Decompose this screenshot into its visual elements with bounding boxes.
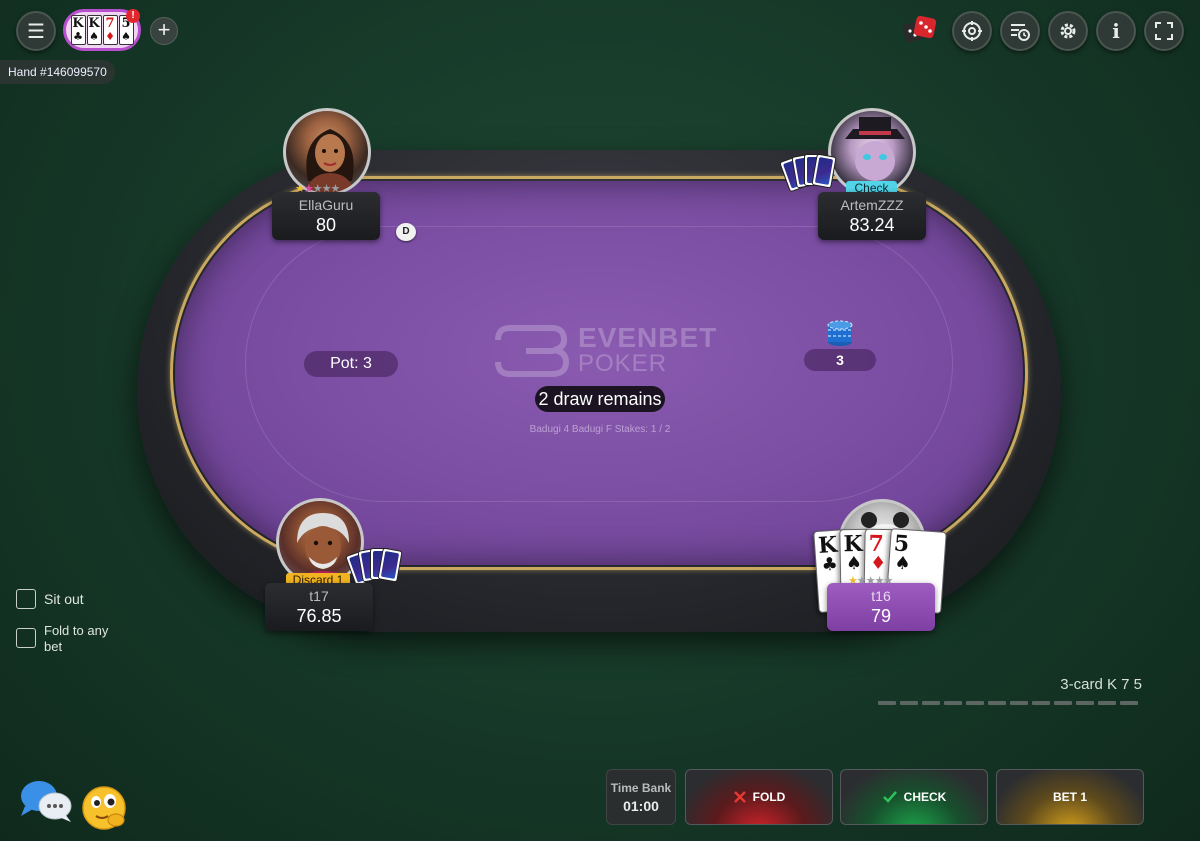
menu-icon: ☰ — [27, 20, 45, 43]
player-stack: 76.85 — [296, 606, 342, 626]
gear-icon — [1060, 23, 1076, 39]
fold-label: FOLD — [752, 790, 786, 804]
sit-out-checkbox[interactable]: Sit out — [16, 589, 84, 609]
info-icon: i — [1112, 19, 1120, 43]
target-button[interactable] — [952, 11, 992, 51]
fold-button[interactable]: FOLD — [685, 769, 833, 825]
info-button[interactable]: i — [1096, 11, 1136, 51]
x-icon — [733, 791, 746, 803]
chip-stack-icon — [827, 320, 853, 346]
hand-number-label: Hand #146099570 — [0, 60, 115, 84]
plus-icon: + — [157, 17, 171, 42]
time-bank-label: Time Bank — [610, 781, 672, 795]
menu-button[interactable]: ☰ — [16, 11, 56, 51]
player-stack: 83.24 — [849, 215, 895, 235]
target-icon — [962, 21, 982, 41]
pot-label: Pot: 3 — [304, 351, 398, 377]
player-stack: 80 — [315, 215, 337, 235]
player-plate[interactable]: t17 76.85 — [265, 583, 373, 631]
bet-label: BET 1 — [1052, 790, 1087, 804]
evenbet-logo: EVENBET POKER — [490, 320, 720, 380]
player-plate[interactable]: EllaGuru 80 — [272, 192, 380, 240]
player-name: t17 — [309, 588, 329, 604]
mini-table-tab[interactable]: K ♣ K ♠ 7 ♦ 5 ♠ ! — [63, 9, 141, 51]
status-message: 2 draw remains — [535, 386, 665, 412]
time-bank-value: 01:00 — [623, 798, 659, 814]
checkmark-icon — [882, 791, 897, 803]
checkbox[interactable] — [16, 589, 36, 609]
player-plate-hero[interactable]: t16 79 — [827, 583, 935, 631]
hand-strength-label: 3-card K 7 5 — [1060, 676, 1142, 693]
notification-badge: ! — [126, 9, 140, 23]
player-name: t16 — [871, 588, 891, 604]
history-icon — [1011, 24, 1030, 41]
mini-card: K ♠ — [86, 15, 102, 45]
bet-button[interactable]: BET 1 — [996, 769, 1144, 825]
dealer-button: D — [396, 223, 416, 241]
fullscreen-button[interactable] — [1144, 11, 1184, 51]
stakes-info: Badugi 4 Badugi F Stakes: 1 / 2 — [529, 424, 671, 435]
player-name: EllaGuru — [298, 197, 354, 213]
check-button[interactable]: CHECK — [840, 769, 988, 825]
logo-text-line2: POKER — [578, 350, 668, 377]
bet-amount: 3 — [804, 349, 876, 371]
fold-to-any-bet-checkbox[interactable]: Fold to any bet — [16, 623, 126, 655]
chat-icon[interactable] — [19, 778, 73, 824]
progress-dashes — [878, 701, 1138, 705]
checkbox[interactable] — [16, 628, 36, 648]
check-label: CHECK — [903, 790, 947, 804]
player-name: ArtemZZZ — [840, 197, 904, 213]
player-plate[interactable]: ArtemZZZ 83.24 — [818, 192, 926, 240]
fullscreen-icon — [1155, 22, 1173, 40]
hand-history-button[interactable] — [1000, 11, 1040, 51]
settings-button[interactable] — [1048, 11, 1088, 51]
sit-out-label: Sit out — [44, 591, 84, 607]
time-bank-button[interactable]: Time Bank 01:00 — [606, 769, 676, 825]
mini-card: K ♣ — [70, 15, 86, 45]
emoji-icon[interactable] — [80, 784, 132, 830]
fold-to-any-bet-label: Fold to any bet — [44, 623, 109, 654]
add-table-button[interactable]: + — [150, 17, 178, 45]
player-stack: 79 — [870, 606, 892, 626]
mini-card: 7 ♦ — [102, 15, 118, 45]
logo-mark-icon — [495, 325, 570, 377]
dice-icon[interactable] — [902, 13, 938, 49]
